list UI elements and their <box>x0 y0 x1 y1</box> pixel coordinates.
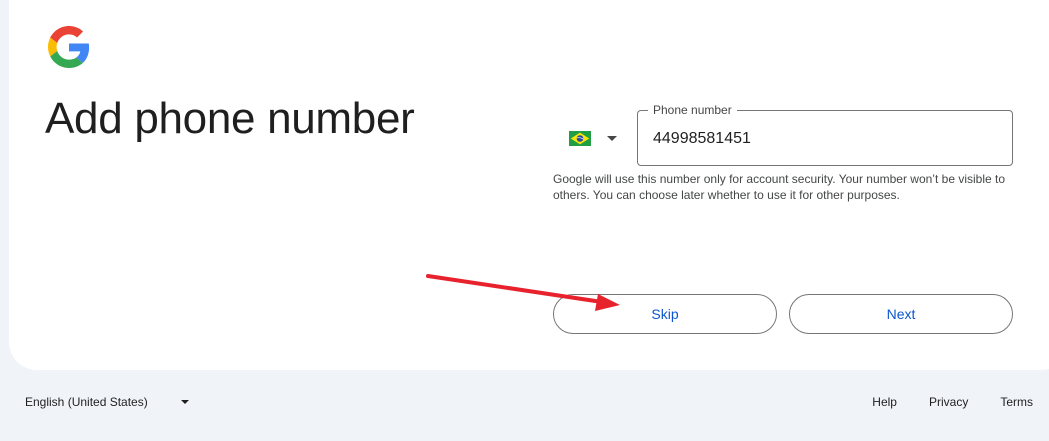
brazil-flag-icon <box>569 130 591 146</box>
footer-links: Help Privacy Terms <box>856 390 1049 414</box>
chevron-down-icon <box>607 135 617 141</box>
google-logo-icon <box>48 26 90 68</box>
skip-button[interactable]: Skip <box>553 294 777 334</box>
page: Add phone number Phone number Google wil… <box>0 0 1049 441</box>
footer: English (United States) Help Privacy Ter… <box>0 370 1049 441</box>
phone-number-input[interactable] <box>653 127 993 151</box>
country-code-select[interactable] <box>560 122 626 154</box>
phone-number-label: Phone number <box>648 103 737 117</box>
next-button[interactable]: Next <box>789 294 1013 334</box>
chevron-down-icon <box>180 400 189 404</box>
phone-number-field[interactable]: Phone number <box>637 103 1013 166</box>
privacy-link[interactable]: Privacy <box>913 395 984 409</box>
language-select[interactable]: English (United States) <box>16 390 198 414</box>
language-label: English (United States) <box>25 395 148 409</box>
phone-helper-text: Google will use this number only for acc… <box>553 172 1006 202</box>
terms-link[interactable]: Terms <box>984 395 1049 409</box>
page-title: Add phone number <box>45 94 415 143</box>
help-link[interactable]: Help <box>856 395 913 409</box>
